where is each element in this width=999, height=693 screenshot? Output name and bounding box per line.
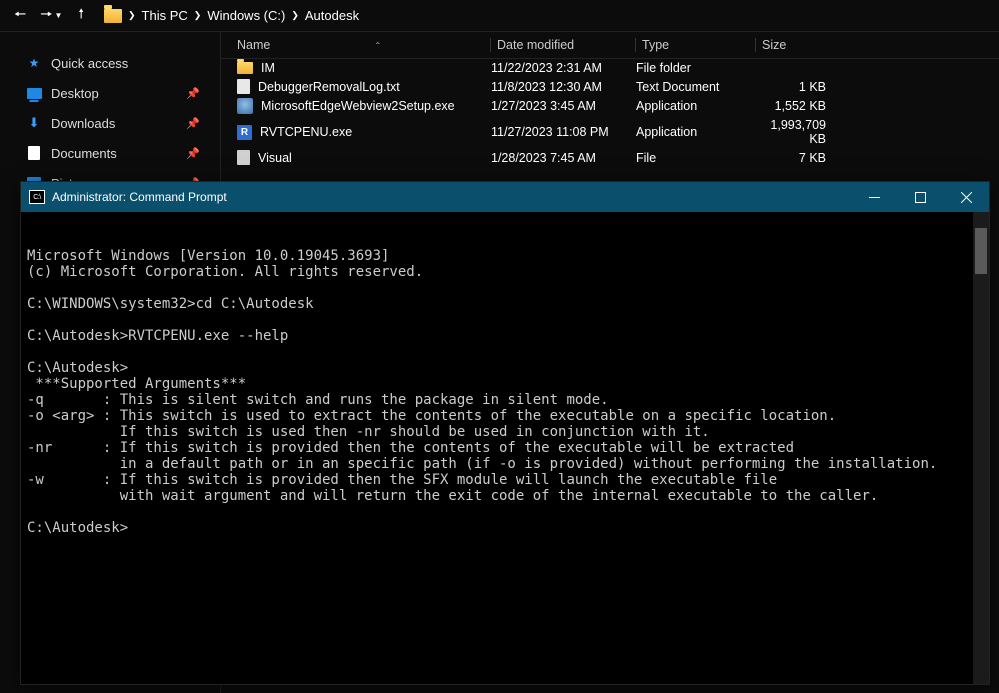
command-prompt-window: C:\ Administrator: Command Prompt Micros… [20, 181, 990, 685]
pin-icon: 📌 [186, 147, 200, 160]
close-icon [961, 192, 972, 203]
file-size: 1 KB [756, 80, 836, 94]
file-size: 1,993,709 KB [756, 118, 836, 146]
chevron-right-icon: ❯ [128, 10, 136, 21]
explorer-toolbar: 🠔 🠖 ▼ 🠕 ❯ This PC ❯ Windows (C:) ❯ Autod… [0, 0, 999, 32]
file-icon [237, 150, 250, 165]
sidebar-item-downloads[interactable]: ⬇ Downloads 📌 [18, 112, 208, 134]
file-name: Visual [258, 151, 292, 165]
arrow-left-icon: 🠔 [14, 4, 26, 28]
sidebar-item-label: Documents [51, 146, 117, 161]
folder-icon [104, 9, 122, 23]
sidebar-item-documents[interactable]: Documents 📌 [18, 142, 208, 164]
file-size: 7 KB [756, 151, 836, 165]
txt-icon [237, 79, 250, 94]
chevron-down-icon: ▼ [55, 11, 63, 20]
quick-access-icon: ★ [26, 55, 42, 71]
nav-back-button[interactable]: 🠔 [12, 4, 28, 28]
arrow-up-icon: 🠕 [78, 6, 84, 21]
terminal-text: Microsoft Windows [Version 10.0.19045.36… [27, 248, 983, 536]
revit-icon: R [237, 125, 252, 140]
titlebar[interactable]: C:\ Administrator: Command Prompt [21, 182, 989, 212]
file-list-header: Name ⌃ Date modified Type Size [221, 32, 999, 59]
close-button[interactable] [943, 182, 989, 212]
breadcrumb: ❯ This PC ❯ Windows (C:) ❯ Autodesk [98, 8, 359, 23]
file-type: Application [636, 125, 756, 139]
nav-up-button[interactable]: 🠕 [74, 5, 88, 27]
file-row[interactable]: DebuggerRemovalLog.txt 11/8/2023 12:30 AM… [221, 77, 999, 96]
pin-icon: 📌 [186, 87, 200, 100]
desktop-icon [27, 88, 42, 99]
file-row[interactable]: IM 11/22/2023 2:31 AMFile folder [221, 59, 999, 77]
minimize-icon [869, 192, 880, 203]
sort-indicator-icon: ⌃ [374, 41, 381, 50]
column-header-size[interactable]: Size [756, 38, 836, 52]
breadcrumb-item-this-pc[interactable]: This PC [142, 8, 188, 23]
arrow-right-icon: 🠖 [40, 4, 52, 28]
file-size: 1,552 KB [756, 99, 836, 113]
chevron-right-icon: ❯ [194, 10, 202, 21]
file-date: 1/28/2023 7:45 AM [491, 151, 636, 165]
file-row[interactable]: R RVTCPENU.exe 11/27/2023 11:08 PMApplicat… [221, 116, 999, 148]
downloads-icon: ⬇ [26, 115, 42, 131]
documents-icon [28, 146, 40, 160]
scrollbar[interactable] [973, 212, 989, 684]
breadcrumb-item-folder[interactable]: Autodesk [305, 8, 359, 23]
sidebar-item-label: Desktop [51, 86, 99, 101]
folder-icon [237, 62, 253, 74]
file-name: MicrosoftEdgeWebview2Setup.exe [261, 99, 455, 113]
window-title: Administrator: Command Prompt [52, 190, 227, 204]
file-row[interactable]: Visual 1/28/2023 7:45 AMFile7 KB [221, 148, 999, 167]
sidebar-item-label: Quick access [51, 56, 128, 71]
file-name: IM [261, 61, 275, 75]
file-type: File [636, 151, 756, 165]
sidebar-item-label: Downloads [51, 116, 115, 131]
column-header-date[interactable]: Date modified [491, 38, 636, 52]
pin-icon: 📌 [186, 117, 200, 130]
file-type: Text Document [636, 80, 756, 94]
breadcrumb-item-drive[interactable]: Windows (C:) [207, 8, 285, 23]
column-header-name[interactable]: Name ⌃ [231, 38, 491, 52]
file-type: File folder [636, 61, 756, 75]
nav-forward-button[interactable]: 🠖 ▼ [38, 4, 64, 28]
scrollbar-thumb[interactable] [975, 228, 987, 274]
terminal-body[interactable]: Microsoft Windows [Version 10.0.19045.36… [21, 212, 989, 684]
chevron-right-icon: ❯ [291, 10, 299, 21]
file-date: 11/22/2023 2:31 AM [491, 61, 636, 75]
minimize-button[interactable] [851, 182, 897, 212]
column-header-type[interactable]: Type [636, 38, 756, 52]
file-row[interactable]: MicrosoftEdgeWebview2Setup.exe 1/27/2023 … [221, 96, 999, 116]
sidebar-item-quick-access[interactable]: ★ Quick access [18, 52, 208, 74]
cmd-icon: C:\ [29, 190, 45, 204]
file-date: 11/8/2023 12:30 AM [491, 80, 636, 94]
file-name: RVTCPENU.exe [260, 125, 352, 139]
file-date: 11/27/2023 11:08 PM [491, 125, 636, 139]
maximize-button[interactable] [897, 182, 943, 212]
file-type: Application [636, 99, 756, 113]
file-date: 1/27/2023 3:45 AM [491, 99, 636, 113]
maximize-icon [915, 192, 926, 203]
sidebar-item-desktop[interactable]: Desktop 📌 [18, 82, 208, 104]
exe-icon [237, 98, 253, 114]
file-name: DebuggerRemovalLog.txt [258, 80, 400, 94]
